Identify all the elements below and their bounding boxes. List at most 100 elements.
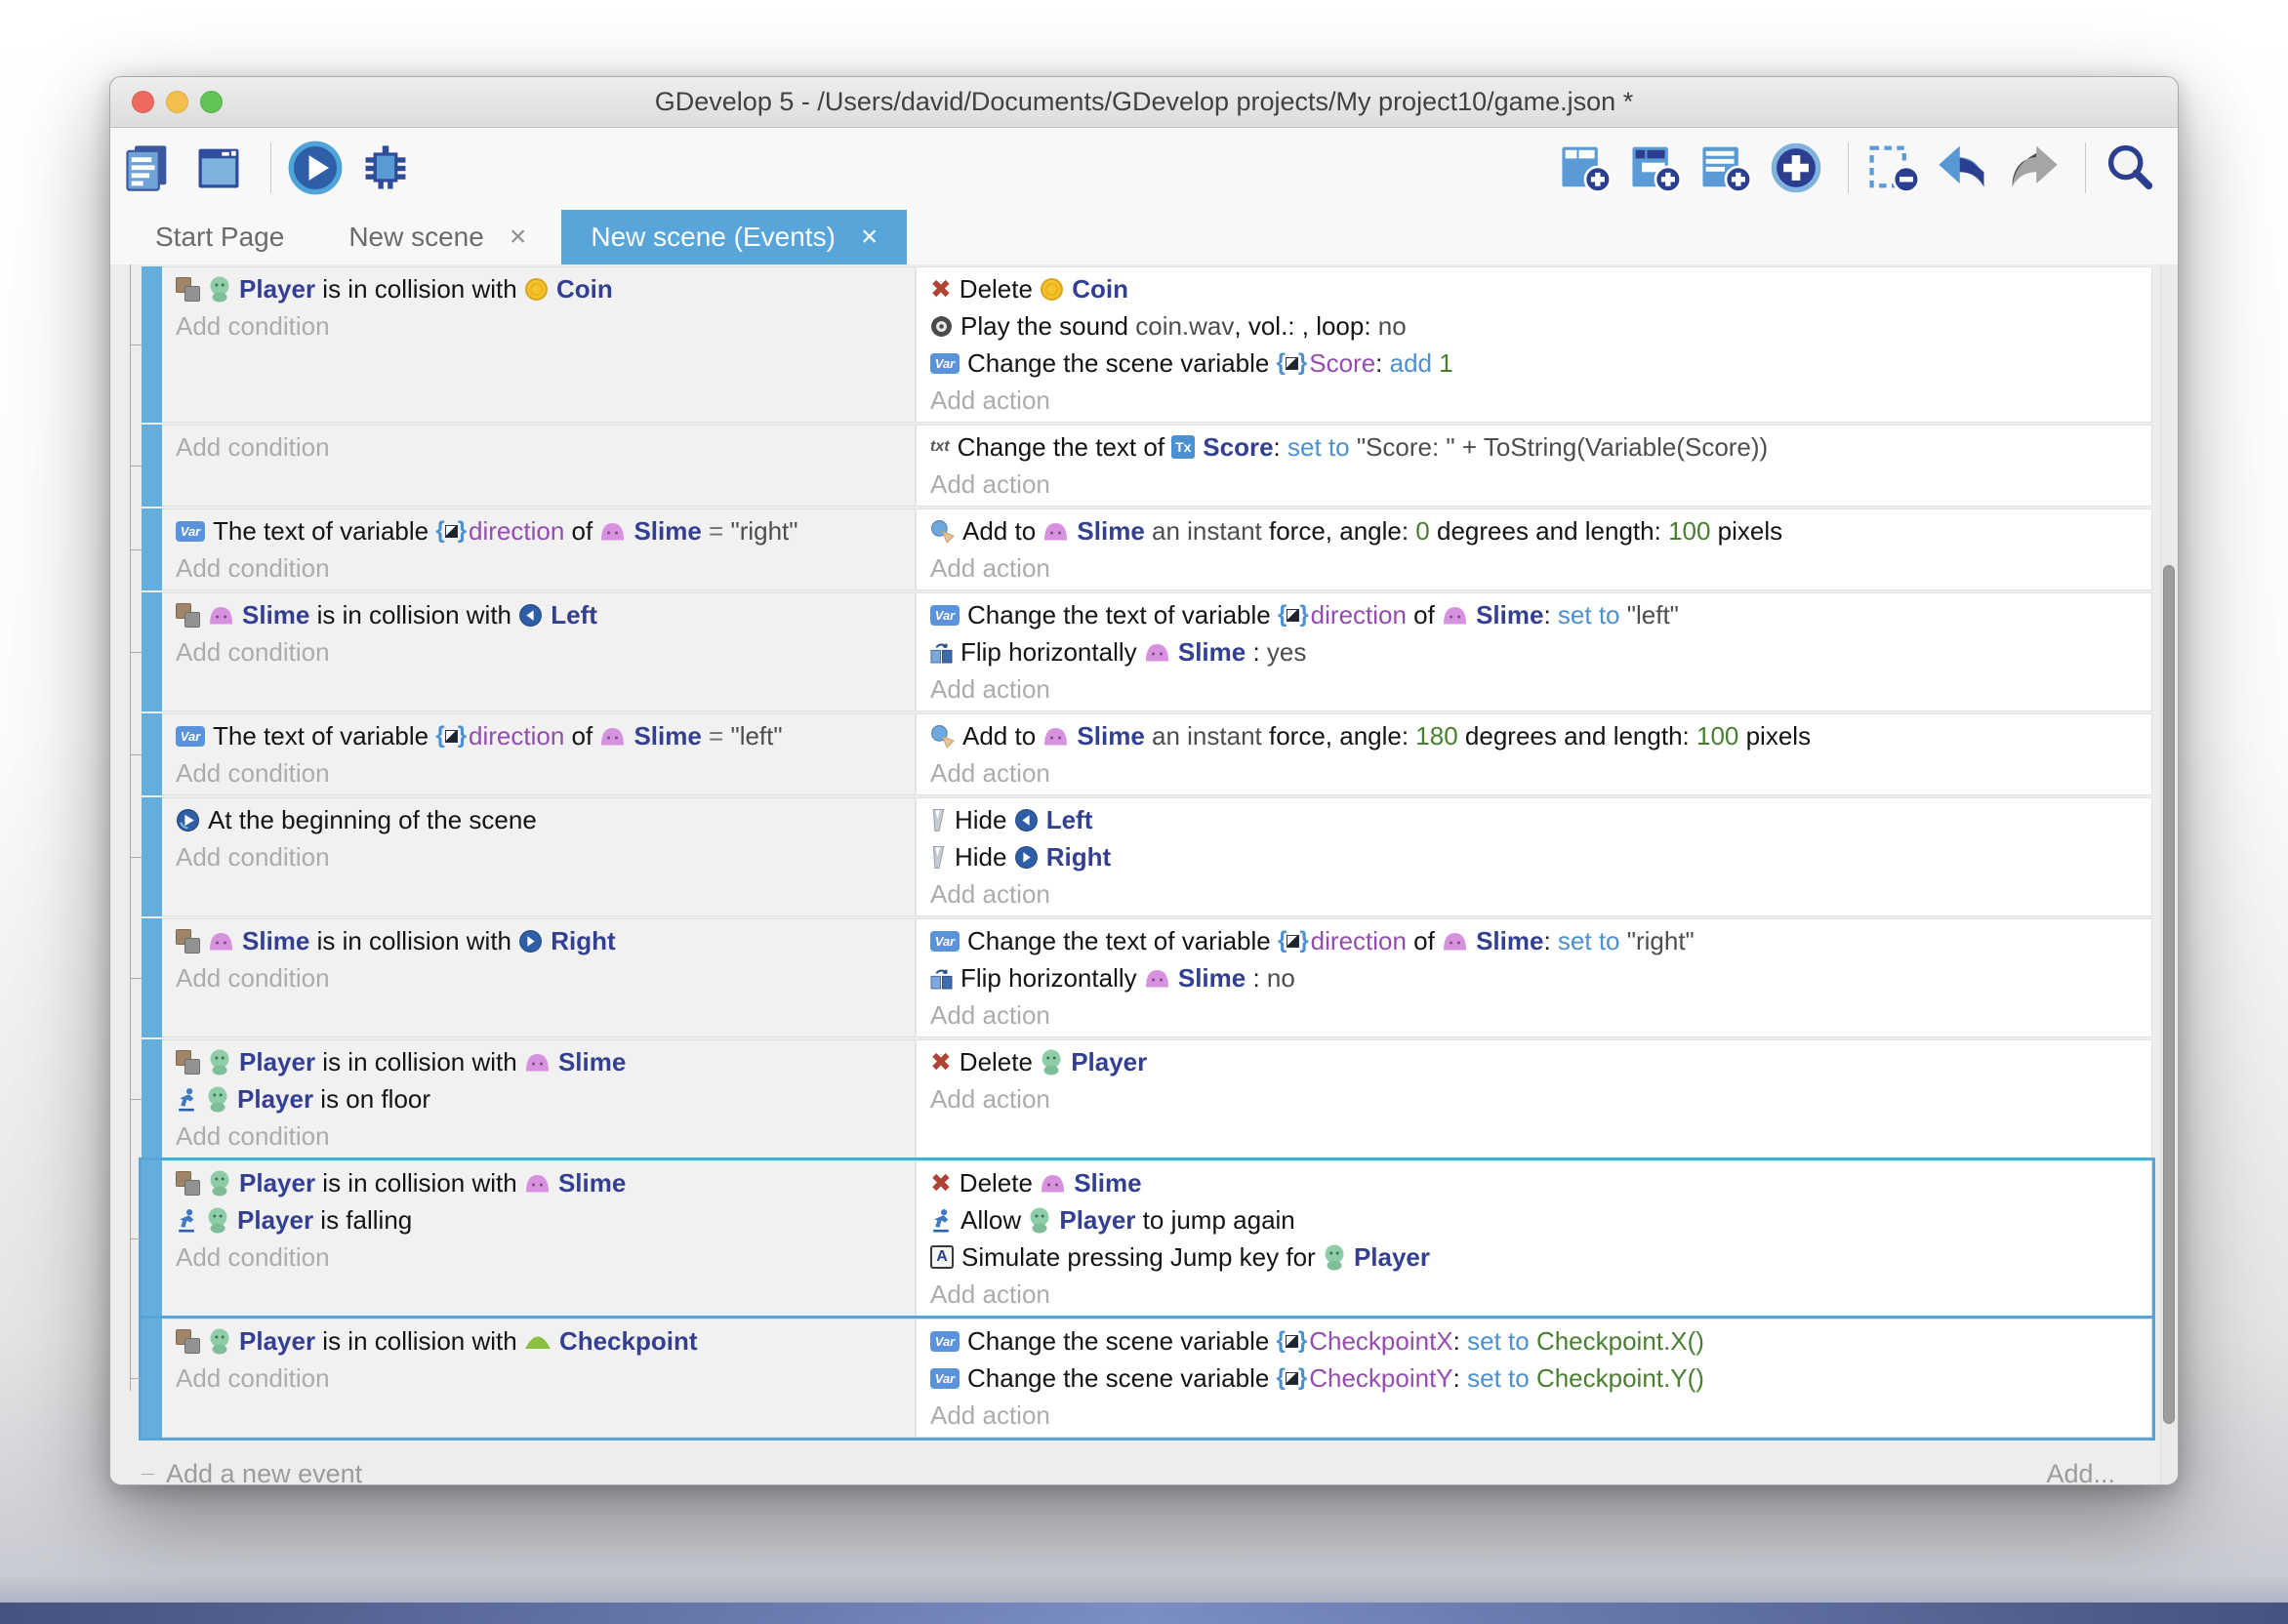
add-action-button[interactable]: Add action [917, 1080, 2151, 1117]
add-condition-button[interactable]: Add condition [162, 754, 915, 792]
event-drag-handle[interactable] [142, 1319, 162, 1438]
scene-editor-button[interactable] [192, 139, 253, 197]
condition-line[interactable]: Player is in collision with Coin [162, 270, 915, 307]
add-action-button[interactable]: Add action [917, 670, 2151, 708]
condition-line[interactable]: Player is falling [162, 1201, 915, 1238]
add-condition-button[interactable]: Add condition [162, 307, 915, 345]
action-text: direction [1311, 926, 1407, 956]
add-subevent-button[interactable] [1629, 139, 1690, 197]
condition-text: is on floor [313, 1084, 430, 1115]
collision-icon [176, 929, 200, 954]
action-line[interactable]: Flip horizontally Slime : no [917, 959, 2151, 996]
close-tab-icon[interactable]: × [861, 223, 878, 252]
action-line[interactable]: ASimulate pressing Jump key for Player [917, 1238, 2151, 1276]
add-condition-button[interactable]: Add condition [162, 549, 915, 587]
add-condition-button[interactable]: Add condition [162, 1360, 915, 1397]
debug-button[interactable] [359, 139, 420, 197]
tab-new-scene-events[interactable]: New scene (Events)× [561, 210, 907, 264]
action-line[interactable]: VarChange the text of variable {}directi… [917, 922, 2151, 959]
close-window-button[interactable] [132, 91, 154, 113]
event-drag-handle[interactable] [142, 918, 162, 1037]
action-line[interactable]: txtChange the text of TxScore: set to "S… [917, 428, 2151, 466]
event-drag-handle[interactable] [142, 797, 162, 916]
tab-new-scene[interactable]: New scene× [319, 210, 555, 264]
add-condition-button[interactable]: Add condition [162, 838, 915, 875]
add-condition-button[interactable]: Add condition [162, 633, 915, 670]
add-action-button[interactable]: Add action [917, 549, 2151, 587]
delete-event-button[interactable] [1866, 139, 1927, 197]
action-text: Flip horizontally [960, 637, 1144, 668]
condition-line[interactable]: Player is in collision with Slime [162, 1164, 915, 1201]
conditions-cell: VarThe text of variable {}direction of S… [162, 508, 916, 590]
action-line[interactable]: Add to Slime an instant force, angle: 18… [917, 717, 2151, 754]
events-sheet-footer: Add a new event Add... [110, 1440, 2178, 1484]
minimize-window-button[interactable] [166, 91, 188, 113]
action-line[interactable]: ✖Delete Player [917, 1043, 2151, 1080]
redo-button[interactable] [2007, 139, 2067, 197]
undo-button[interactable] [1937, 139, 1997, 197]
add-action-button[interactable]: Add action [917, 382, 2151, 419]
action-line[interactable]: Flip horizontally Slime : yes [917, 633, 2151, 670]
condition-line[interactable]: VarThe text of variable {}direction of S… [162, 512, 915, 549]
condition-line[interactable]: VarThe text of variable {}direction of S… [162, 717, 915, 754]
close-tab-icon[interactable]: × [510, 223, 527, 252]
add-condition-button[interactable]: Add condition [162, 1117, 915, 1155]
condition-line[interactable]: Slime is in collision with Right [162, 922, 915, 959]
action-line[interactable]: ✖Delete Slime [917, 1164, 2151, 1201]
search-button[interactable] [2104, 139, 2164, 197]
event-drag-handle[interactable] [142, 592, 162, 711]
add-action-button[interactable]: Add action [917, 1276, 2151, 1313]
action-text [1620, 926, 1627, 956]
slime-icon [1042, 521, 1069, 542]
condition-line[interactable]: Slime is in collision with Left [162, 596, 915, 633]
project-manager-button[interactable] [122, 139, 183, 197]
scrollbar-track[interactable] [2160, 264, 2178, 1484]
add-condition-button[interactable]: Add condition [162, 959, 915, 996]
action-line[interactable]: Hide Left [917, 801, 2151, 838]
action-line[interactable]: Add to Slime an instant force, angle: 0 … [917, 512, 2151, 549]
add-subevent-icon [1626, 141, 1685, 195]
action-text [1530, 1326, 1536, 1357]
action-line[interactable]: VarChange the scene variable {}Checkpoin… [917, 1322, 2151, 1360]
event-drag-handle[interactable] [142, 425, 162, 507]
add-circle-button[interactable] [1770, 139, 1830, 197]
add-comment-button[interactable] [1699, 139, 1760, 197]
event-drag-handle[interactable] [142, 1160, 162, 1317]
scrollbar-thumb[interactable] [2163, 565, 2175, 1424]
action-line[interactable]: VarChange the scene variable {}Checkpoin… [917, 1360, 2151, 1397]
add-action-button[interactable]: Add action [917, 875, 2151, 913]
condition-line[interactable]: Player is on floor [162, 1080, 915, 1117]
tab-start-page[interactable]: Start Page [126, 210, 313, 264]
event-drag-handle[interactable] [142, 713, 162, 795]
condition-line[interactable]: Player is in collision with Slime [162, 1043, 915, 1080]
condition-line[interactable]: At the beginning of the scene [162, 801, 915, 838]
action-line[interactable]: Play the sound coin.wav, vol.: , loop: n… [917, 307, 2151, 345]
title-bar[interactable]: GDevelop 5 - /Users/david/Documents/GDev… [110, 77, 2178, 128]
action-line[interactable]: VarChange the scene variable {}Score: ad… [917, 345, 2151, 382]
action-line[interactable]: Hide Right [917, 838, 2151, 875]
action-text: yes [1267, 637, 1306, 668]
event-drag-handle[interactable] [142, 1039, 162, 1158]
event-drag-handle[interactable] [142, 266, 162, 423]
add-action-button[interactable]: Add action [917, 466, 2151, 503]
action-text: 180 [1415, 721, 1457, 751]
action-text: Play the sound [960, 311, 1135, 342]
add-condition-button[interactable]: Add condition [162, 428, 915, 466]
action-line[interactable]: VarChange the text of variable {}directi… [917, 596, 2151, 633]
add-more-button[interactable]: Add... [2046, 1459, 2115, 1484]
zoom-window-button[interactable] [200, 91, 223, 113]
add-new-event-button[interactable]: Add a new event [142, 1459, 362, 1484]
add-action-button[interactable]: Add action [917, 754, 2151, 792]
add-action-button[interactable]: Add action [917, 996, 2151, 1034]
condition-line[interactable]: Player is in collision with Checkpoint [162, 1322, 915, 1360]
condition-text: Right [551, 926, 615, 956]
action-text: Checkpoint.Y() [1536, 1363, 1704, 1394]
action-line[interactable]: Allow Player to jump again [917, 1201, 2151, 1238]
action-line[interactable]: ✖Delete Coin [917, 270, 2151, 307]
variable-icon: Var [930, 1331, 960, 1352]
add-action-button[interactable]: Add action [917, 1397, 2151, 1434]
event-drag-handle[interactable] [142, 508, 162, 590]
play-button[interactable] [289, 139, 349, 197]
add-event-button[interactable] [1559, 139, 1619, 197]
add-condition-button[interactable]: Add condition [162, 1238, 915, 1276]
